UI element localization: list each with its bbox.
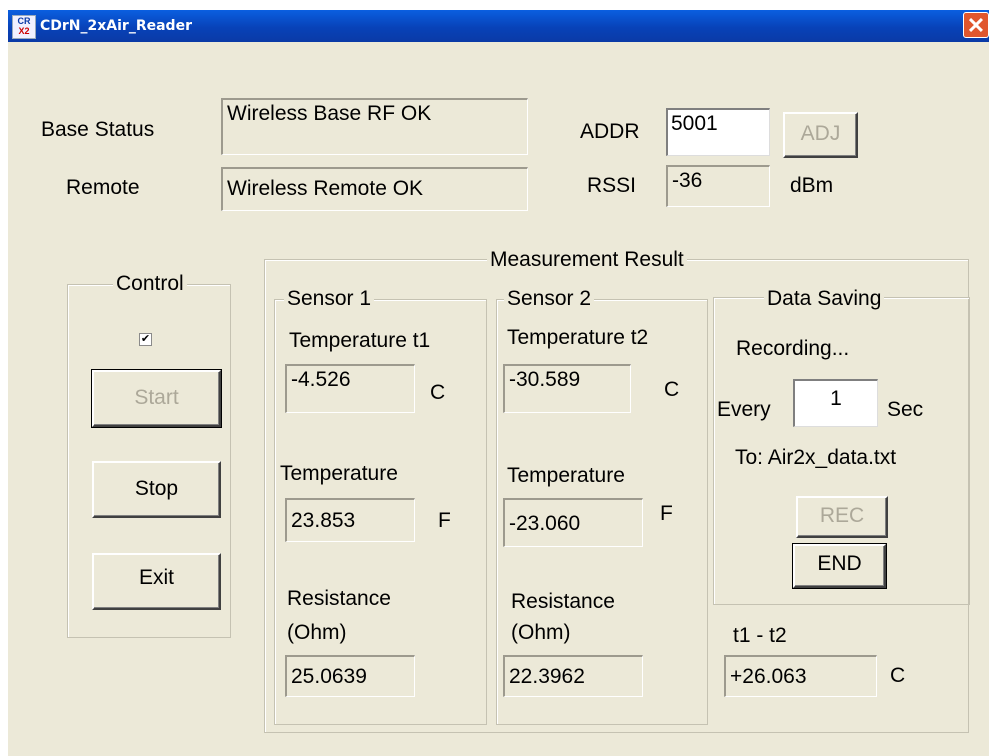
title-bar[interactable]: CR X2 CDrN_2xAir_Reader ✕ bbox=[8, 10, 989, 42]
base-status-field: Wireless Base RF OK bbox=[221, 98, 528, 155]
sensor1-temp-c-unit: C bbox=[430, 381, 446, 404]
rssi-label: RSSI bbox=[587, 174, 637, 197]
sensor2-resistance-field: 22.3962 bbox=[503, 655, 643, 697]
app-icon: CR X2 bbox=[12, 15, 36, 39]
exit-button[interactable]: Exit bbox=[92, 553, 221, 610]
sensor1-title: Sensor 1 bbox=[284, 287, 375, 311]
end-button[interactable]: END bbox=[792, 543, 887, 589]
sensor2-temp-f-field: -23.060 bbox=[503, 498, 643, 547]
sensor1-resistance-field: 25.0639 bbox=[285, 655, 415, 697]
sensor1-temp-f-label: Temperature bbox=[280, 462, 398, 485]
sensor2-temp-f-unit: F bbox=[660, 502, 673, 525]
sec-label: Sec bbox=[887, 398, 924, 421]
sensor2-temp-c-unit: C bbox=[664, 378, 680, 401]
sensor1-temp-f-field: 23.853 bbox=[285, 498, 415, 542]
remote-label: Remote bbox=[66, 176, 140, 199]
addr-input[interactable]: 5001 bbox=[666, 108, 770, 156]
sensor1-resistance-label: Resistance bbox=[287, 587, 391, 610]
window-title: CDrN_2xAir_Reader bbox=[40, 18, 192, 34]
sensor1-temp-c-field: -4.526 bbox=[285, 364, 415, 413]
sensor2-resistance-unit: (Ohm) bbox=[511, 621, 571, 644]
every-label: Every bbox=[717, 398, 771, 421]
app-icon-text-bottom: X2 bbox=[18, 26, 30, 36]
file-name-label: To: Air2x_data.txt bbox=[735, 446, 897, 469]
remote-status-field: Wireless Remote OK bbox=[221, 167, 528, 211]
measurement-group-title: Measurement Result bbox=[487, 248, 687, 272]
sensor2-temp-f-label: Temperature bbox=[507, 464, 625, 487]
sensor2-title: Sensor 2 bbox=[504, 287, 595, 311]
diff-field: +26.063 bbox=[724, 655, 877, 697]
control-checkbox[interactable]: ✔ bbox=[139, 333, 152, 346]
addr-label: ADDR bbox=[580, 120, 640, 143]
rssi-unit: dBm bbox=[790, 174, 834, 197]
sensor1-temp-c-label: Temperature t1 bbox=[289, 329, 431, 352]
diff-label: t1 - t2 bbox=[733, 624, 787, 647]
data-saving-title: Data Saving bbox=[764, 287, 885, 311]
sensor2-temp-c-label: Temperature t2 bbox=[507, 326, 649, 349]
interval-input[interactable]: 1 bbox=[793, 379, 878, 427]
close-icon[interactable]: ✕ bbox=[963, 12, 989, 38]
sensor2-resistance-label: Resistance bbox=[511, 590, 615, 613]
rec-button[interactable]: REC bbox=[796, 496, 888, 538]
stop-button[interactable]: Stop bbox=[92, 461, 221, 518]
diff-unit: C bbox=[890, 664, 906, 687]
start-button[interactable]: Start bbox=[91, 369, 222, 428]
sensor1-resistance-unit: (Ohm) bbox=[287, 621, 347, 644]
control-group-title: Control bbox=[113, 272, 187, 296]
recording-status: Recording... bbox=[736, 337, 850, 360]
main-window: CR X2 CDrN_2xAir_Reader ✕ Base Status Wir… bbox=[8, 10, 989, 756]
adj-button[interactable]: ADJ bbox=[783, 112, 858, 158]
app-icon-text-top: CR bbox=[17, 16, 31, 26]
sensor1-temp-f-unit: F bbox=[438, 509, 451, 532]
sensor2-temp-c-field: -30.589 bbox=[503, 364, 631, 413]
rssi-field: -36 bbox=[666, 165, 770, 207]
base-status-label: Base Status bbox=[41, 118, 155, 141]
